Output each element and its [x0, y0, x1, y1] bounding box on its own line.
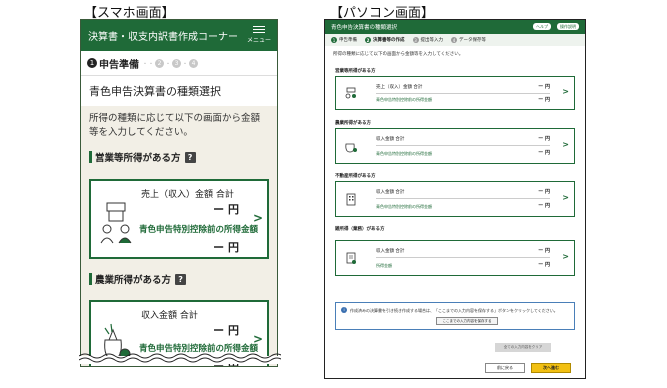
hamburger-icon	[253, 26, 265, 33]
pc-section-heading-realestate: 不動産所得がある方	[335, 174, 376, 179]
pc-card-label: 収入金額 合計	[376, 249, 405, 254]
card-label: 収入金額 合計	[141, 311, 198, 321]
cut-off-wave	[79, 353, 281, 364]
save-notice: i 作成済みの決算書を引き続き作成する場合は、「ここまでの入力内容を保存する」ボ…	[335, 302, 575, 330]
pc-header: 青色申告決算書の種類選択 ヘルプ 操作説明	[325, 20, 585, 34]
pc-step-2: 2 決算書等の作成	[365, 37, 405, 43]
business-income-card[interactable]: 売上（収入）金額 合計 ー 円 青色申告特別控除前の所得金額 ー 円 >	[89, 179, 269, 259]
pc-card-value: ー 円	[538, 189, 550, 195]
page-description: 所得の種類に応じて以下の画面から金額等を入力してください。	[89, 113, 261, 138]
save-progress-button[interactable]: ここまでの入力内容を保存する	[436, 317, 498, 325]
pc-card-description: 所得金額	[376, 263, 392, 268]
pc-card-label: 収入金額 合計	[376, 190, 405, 195]
chevron-right-icon: >	[252, 332, 263, 346]
sp-header-title: 決算書・収支内訳書作成コーナー	[88, 32, 238, 43]
pc-agriculture-card[interactable]: 収入金額 合計 ー 円 青色申告特別控除前の所得金額 ー 円 >	[335, 128, 575, 164]
pc-card-description: 青色申告特別控除前の所得金額	[376, 151, 432, 156]
help-icon[interactable]: ?	[175, 273, 187, 285]
pc-card-value-2: ー 円	[538, 150, 550, 156]
pc-card-value: ー 円	[538, 136, 550, 142]
pc-step-indicator: 1 申告準備 2 決算書等の作成 3 提出等入力 4 データ保存等	[325, 34, 585, 46]
pc-card-value-2: ー 円	[538, 203, 550, 209]
pc-card-value-2: ー 円	[538, 97, 550, 103]
step-indicator: 1 申告準備 ・・ 2 ・ 3 ・ 4	[81, 51, 277, 75]
pc-business-card[interactable]: 売上（収入）金額 合計 ー 円 青色申告特別控除前の所得金額 ー 円 >	[335, 76, 575, 110]
pc-card-label: 収入金額 合計	[376, 137, 405, 142]
pc-screen: 青色申告決算書の種類選択 ヘルプ 操作説明 1 申告準備 2 決算書等の作成 3 提出…	[324, 19, 586, 379]
pc-step-4: 4 データ保存等	[451, 37, 486, 43]
section-heading-business: 営業等所得がある方 ?	[89, 150, 277, 164]
pc-intro: 所得の種類に応じて以下の画面から金額等を入力してください。	[333, 52, 464, 57]
pc-misc-card[interactable]: 収入金額 合計 ー 円 所得金額 ー 円 >	[335, 240, 575, 276]
save-notice-text: 作成済みの決算書を引き続き作成する場合は、「ここまでの入力内容を保存する」ボタン…	[350, 308, 558, 313]
card-value-2: ー 円	[213, 241, 239, 254]
card-label: 売上（収入）金額 合計	[141, 190, 234, 200]
pc-section-heading-agriculture: 農業所得がある方	[335, 121, 371, 126]
page-title: 青色申告決算書の種類選択	[81, 75, 277, 106]
step-3: 3	[172, 58, 182, 68]
step-current-label: 申告準備	[99, 59, 139, 71]
pc-card-value: ー 円	[538, 84, 550, 90]
pc-card-value: ー 円	[538, 248, 550, 254]
pc-header-title: 青色申告決算書の種類選択	[331, 25, 398, 31]
chevron-right-icon: >	[562, 252, 569, 261]
help-button[interactable]: ヘルプ	[533, 23, 551, 30]
shop-people-icon	[100, 202, 132, 244]
card-value: ー 円	[213, 324, 239, 337]
chevron-right-icon: >	[562, 87, 569, 96]
pc-card-description: 青色申告特別控除前の所得金額	[376, 97, 432, 102]
help-icon[interactable]: ?	[184, 151, 196, 163]
next-button[interactable]: 次へ進む	[531, 363, 571, 373]
info-icon: i	[341, 307, 347, 313]
pc-card-description: 青色申告特別控除前の所得金額	[376, 204, 432, 209]
back-button[interactable]: 前に戻る	[485, 363, 525, 373]
step-4: 4	[189, 58, 199, 68]
pc-step-1: 1 申告準備	[331, 37, 357, 43]
shop-people-icon	[345, 87, 356, 99]
clear-all-button[interactable]: 全ての入力内容をクリア	[495, 343, 551, 352]
pc-section-heading-business: 営業等所得がある方	[335, 69, 376, 74]
step-current-number: 1	[87, 58, 97, 68]
chevron-right-icon: >	[252, 211, 263, 225]
document-icon	[346, 252, 356, 264]
pc-realestate-card[interactable]: 収入金額 合計 ー 円 青色申告特別控除前の所得金額 ー 円 >	[335, 181, 575, 217]
card-value: ー 円	[213, 203, 239, 216]
section-heading-agriculture: 農業所得がある方 ?	[89, 272, 187, 286]
sp-header: 決算書・収支内訳書作成コーナー メニュー	[81, 20, 277, 51]
step-2: 2	[155, 58, 165, 68]
card-description: 青色申告特別控除前の所得金額	[139, 225, 259, 235]
pc-section-heading-misc: 雑所得（業務）がある方	[335, 227, 385, 232]
pc-step-3: 3 提出等入力	[412, 37, 443, 43]
menu-label: メニュー	[246, 37, 271, 44]
smartphone-screen: 決算書・収支内訳書作成コーナー メニュー 1 申告準備 ・・ 2 ・ 3 ・ 4…	[80, 19, 278, 367]
pc-card-label: 売上（収入）金額 合計	[376, 85, 423, 90]
building-icon	[346, 193, 356, 206]
chevron-right-icon: >	[562, 140, 569, 149]
menu-button[interactable]: メニュー	[246, 24, 272, 44]
pc-card-value-2: ー 円	[538, 262, 550, 268]
vegetables-icon	[345, 143, 357, 153]
chevron-right-icon: >	[562, 193, 569, 202]
guide-button[interactable]: 操作説明	[557, 23, 579, 30]
